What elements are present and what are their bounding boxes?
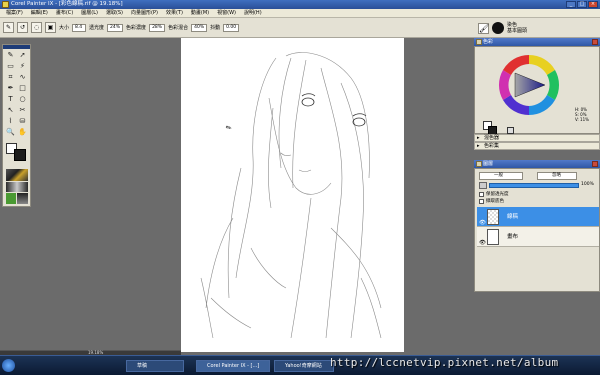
composite-depth-select[interactable]: 忽略: [537, 172, 577, 180]
minimize-button[interactable]: _: [566, 1, 576, 8]
gradient-selector[interactable]: [6, 182, 28, 192]
shape-icon[interactable]: □: [17, 83, 28, 94]
pick-up-color-label: 擷取底色: [486, 199, 504, 204]
magnifier-icon[interactable]: 🔍: [5, 127, 16, 138]
jitter-label: 抖動: [210, 25, 221, 31]
menu-canvas[interactable]: 畫布(C): [52, 9, 77, 18]
color-panel-title[interactable]: 色彩: [474, 38, 600, 46]
reset-icon[interactable]: ↺: [17, 22, 28, 33]
toolbox: ✎ ➚ ▭ ⚡ ⌗ ∿ ✒ □ T ○ ↖ ✂ ⌇ ⛁ 🔍 ✋: [2, 44, 31, 207]
menu-file[interactable]: 檔案(F): [2, 9, 27, 18]
menu-window[interactable]: 視窗(W): [213, 9, 240, 18]
menu-edit[interactable]: 編輯(E): [27, 9, 52, 18]
grabber-icon[interactable]: ✋: [17, 127, 28, 138]
size-field[interactable]: 8.4: [72, 23, 87, 32]
drawing-canvas[interactable]: [181, 38, 404, 352]
brush-dab-icon: [492, 22, 504, 34]
line-art-sketch: [200, 52, 382, 339]
pen-icon[interactable]: ✒: [5, 83, 16, 94]
value-readout: V: 11%: [575, 117, 589, 122]
layer-adjuster-icon[interactable]: ➚: [17, 50, 28, 61]
nozzle-selector[interactable]: [17, 193, 28, 204]
pick-up-color-checkbox[interactable]: [479, 199, 484, 204]
opacity-value: 100%: [581, 182, 594, 187]
brush-category-icon[interactable]: 🖌: [478, 22, 489, 34]
opacity-field[interactable]: 24%: [107, 23, 124, 32]
rectangle-select-icon[interactable]: ▭: [5, 61, 16, 72]
start-button[interactable]: [2, 359, 15, 372]
color-panel-label: 色彩: [483, 39, 494, 45]
dab-type-icon[interactable]: ◌: [31, 22, 42, 33]
close-button[interactable]: ×: [588, 1, 598, 8]
eye-icon[interactable]: 👁: [479, 233, 486, 246]
toolbox-title-bar: [3, 45, 30, 49]
layers-panel-title[interactable]: 圖層: [474, 160, 600, 168]
color-set-panel[interactable]: 色彩集: [474, 142, 600, 150]
brush-selector[interactable]: 🖌 染色 基本圓頭: [474, 18, 600, 38]
eye-icon[interactable]: 👁: [479, 213, 486, 226]
color-mix-field[interactable]: 40%: [191, 23, 208, 32]
scissors-icon[interactable]: ✂: [17, 105, 28, 116]
menu-effects[interactable]: 效果(T): [162, 9, 187, 18]
brush-variant[interactable]: 基本圓頭: [507, 28, 527, 34]
watermark-url: http://lccnetvip.pixnet.net/album: [330, 356, 559, 369]
size-label: 大小: [59, 25, 70, 31]
app-icon: [2, 1, 9, 8]
menu-select[interactable]: 選取(S): [102, 9, 127, 18]
opacity-label: 透光度: [89, 25, 105, 31]
menu-help[interactable]: 說明(H): [240, 9, 266, 18]
preserve-transparency-checkbox[interactable]: [479, 192, 484, 197]
color-density-field[interactable]: 28%: [149, 23, 166, 32]
panel-icon: [476, 39, 482, 45]
color-wheel-panel: H: 0% S: 0% V: 11%: [474, 46, 600, 135]
menu-layers[interactable]: 圖層(L): [77, 9, 102, 18]
shape-selection-icon[interactable]: ↖: [5, 105, 16, 116]
color-set-panel-label: 色彩集: [484, 143, 500, 149]
layer-thumbnail: [487, 209, 499, 225]
window-title: Corel Painter IX - [彩色線稿.rif @ 19.18%]: [11, 1, 123, 7]
taskbar-item-painter[interactable]: Corel Painter IX - [...]: [196, 360, 270, 372]
mixer-panel-label: 混色器: [484, 135, 500, 141]
method-icon[interactable]: ▣: [45, 22, 56, 33]
brush-tool-icon[interactable]: ✎: [3, 22, 14, 33]
ellipse-icon[interactable]: ○: [17, 94, 28, 105]
layer-name: 畫布: [507, 234, 519, 240]
panel-icon: [476, 161, 482, 167]
maximize-button[interactable]: □: [577, 1, 587, 8]
layer-thumbnail: [487, 229, 499, 245]
menu-bar: 檔案(F) 編輯(E) 畫布(C) 圖層(L) 選取(S) 向量圖形(P) 效果…: [0, 9, 600, 18]
paint-bucket-icon[interactable]: ⛁: [17, 116, 28, 127]
dropper-icon[interactable]: ⌇: [5, 116, 16, 127]
mixer-panel[interactable]: 混色器: [474, 134, 600, 142]
menu-movie[interactable]: 動畫(M): [187, 9, 213, 18]
paper-selector[interactable]: [6, 169, 28, 181]
color-wheel[interactable]: [495, 51, 563, 119]
lasso-icon[interactable]: ∿: [17, 72, 28, 83]
palette-area: 色彩 H: 0% S: 0% V: 11% ▸ 混色器 ▸ 色彩集 圖層 一般 …: [474, 38, 600, 360]
brush-tool-icon[interactable]: ✎: [5, 50, 16, 61]
text-icon[interactable]: T: [5, 94, 16, 105]
taskbar-item-draft[interactable]: 草稿: [126, 360, 184, 372]
main-color-swatch[interactable]: [14, 149, 26, 161]
layer-row-canvas[interactable]: 👁 畫布: [477, 227, 599, 247]
layer-options-icon[interactable]: [479, 182, 487, 189]
jitter-field[interactable]: 0.00: [223, 23, 240, 32]
layers-panel-label: 圖層: [483, 161, 494, 167]
layers-panel: 一般 忽略 100% 保留透光度 擷取底色 👁 線稿 👁 畫布: [474, 168, 600, 292]
clone-color-icon[interactable]: [507, 127, 514, 134]
menu-shapes[interactable]: 向量圖形(P): [127, 9, 162, 18]
layer-row-lineart[interactable]: 👁 線稿: [477, 207, 599, 227]
color-mix-label: 色彩混合: [168, 25, 189, 31]
color-density-label: 色彩濃度: [126, 25, 147, 31]
opacity-slider[interactable]: [489, 183, 579, 188]
close-icon[interactable]: [592, 39, 598, 45]
magic-wand-icon[interactable]: ⚡: [17, 61, 28, 72]
pattern-selector[interactable]: [6, 193, 16, 204]
taskbar-item-browser[interactable]: Yahoo!奇摩網站: [274, 360, 334, 372]
close-icon[interactable]: [592, 161, 598, 167]
composite-method-select[interactable]: 一般: [479, 172, 523, 180]
crop-icon[interactable]: ⌗: [5, 72, 16, 83]
preserve-transparency-label: 保留透光度: [486, 192, 509, 197]
layer-name: 線稿: [507, 214, 519, 220]
